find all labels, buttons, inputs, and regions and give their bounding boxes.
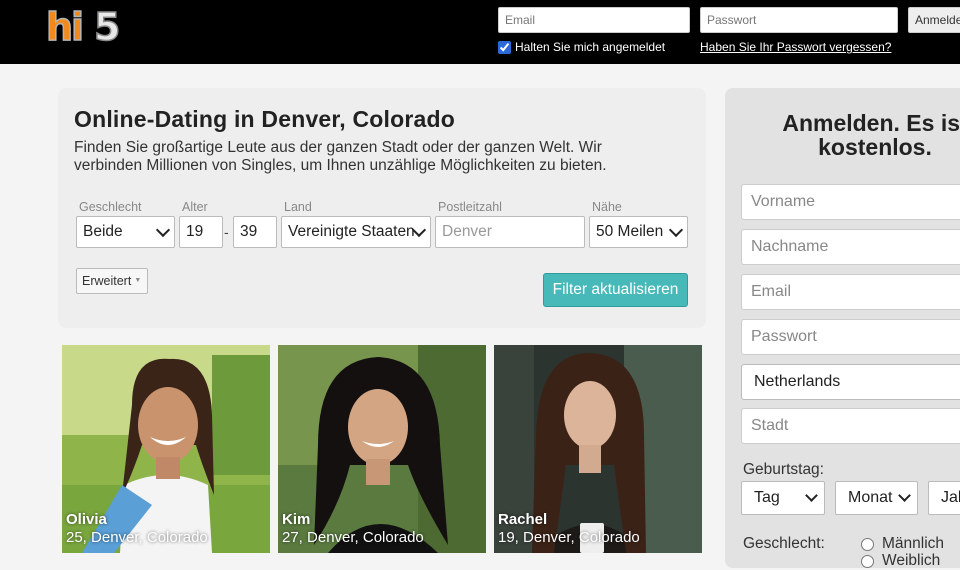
- profile-info: 25, Denver, Colorado: [66, 529, 208, 546]
- age-min-input[interactable]: 19: [179, 216, 223, 248]
- gender-female-label: Weiblich: [882, 552, 941, 569]
- signup-email-input[interactable]: Email: [741, 274, 960, 310]
- birth-day-select[interactable]: Tag: [741, 481, 825, 515]
- chevron-down-icon: [155, 222, 171, 238]
- birth-month-select[interactable]: Monat: [835, 481, 918, 515]
- distance-select[interactable]: 50 Meilen: [589, 216, 688, 248]
- birth-month-value: Monat: [848, 489, 893, 506]
- remember-me-checkbox[interactable]: [498, 40, 511, 54]
- gender-filter-label: Geschlecht: [79, 200, 142, 214]
- header-email-input[interactable]: [498, 7, 690, 33]
- top-bar: hi 5 Anmelden Halten Sie mich angemeldet…: [0, 0, 960, 64]
- country-filter-label: Land: [284, 200, 312, 214]
- profile-name: Olivia: [66, 511, 107, 528]
- age-filter-label: Alter: [182, 200, 208, 214]
- distance-select-value: 50 Meilen: [596, 223, 664, 240]
- radio-circle-icon: [861, 537, 874, 551]
- profile-card-rachel[interactable]: Rachel 19, Denver, Colorado: [494, 345, 702, 553]
- distance-filter-label: Nähe: [592, 200, 622, 214]
- signup-password-input[interactable]: Passwort: [741, 319, 960, 355]
- signup-gender-label: Geschlecht:: [743, 535, 825, 552]
- profile-info: 19, Denver, Colorado: [498, 529, 640, 546]
- gender-select[interactable]: Beide: [76, 216, 175, 248]
- birth-year-select[interactable]: Jahr: [928, 481, 960, 515]
- profile-info: 27, Denver, Colorado: [282, 529, 424, 546]
- chevron-down-icon: [805, 489, 818, 502]
- birth-day-value: Tag: [754, 489, 780, 506]
- country-select[interactable]: Vereinigte Staaten: [281, 216, 431, 248]
- age-max-input[interactable]: 39: [233, 216, 277, 248]
- chevron-down-icon: [898, 489, 911, 502]
- remember-me[interactable]: Halten Sie mich angemeldet: [498, 40, 665, 54]
- signup-title: Anmelden. Es ist kostenlos.: [782, 110, 960, 160]
- profile-name: Kim: [282, 511, 311, 528]
- city-input[interactable]: Stadt: [741, 408, 960, 444]
- country-select-value: Vereinigte Staaten: [288, 223, 415, 240]
- zip-input[interactable]: Denver: [435, 216, 585, 248]
- profile-card-olivia[interactable]: Olivia 25, Denver, Colorado: [62, 345, 270, 553]
- signup-panel: Anmelden. Es ist kostenlos. Vorname Nach…: [725, 88, 960, 570]
- advanced-button-label: Erweitert: [82, 274, 132, 288]
- profile-card-kim[interactable]: Kim 27, Denver, Colorado: [278, 345, 486, 553]
- forgot-password-link[interactable]: Haben Sie Ihr Passwort vergessen?: [700, 40, 891, 54]
- page-title: Online-Dating in Denver, Colorado: [74, 106, 456, 132]
- gender-male-radio[interactable]: Männlich: [861, 535, 944, 553]
- signup-country-select[interactable]: Netherlands: [741, 364, 960, 400]
- caret-down-icon: ▼: [134, 277, 142, 284]
- chevron-down-icon: [668, 222, 684, 238]
- remember-me-label: Halten Sie mich angemeldet: [515, 40, 666, 54]
- hi5-logo[interactable]: hi 5: [44, 6, 132, 46]
- zip-filter-label: Postleitzahl: [438, 200, 502, 214]
- update-filter-button[interactable]: Filter aktualisieren: [543, 273, 688, 307]
- advanced-filter-button[interactable]: Erweitert ▼: [76, 268, 148, 294]
- age-separator: -: [224, 224, 229, 240]
- radio-circle-icon: [861, 554, 874, 568]
- header-login-button[interactable]: Anmelden: [908, 7, 960, 33]
- gender-select-value: Beide: [83, 223, 123, 240]
- svg-text:hi: hi: [46, 6, 82, 46]
- birth-year-value: Jahr: [941, 489, 960, 506]
- gender-male-label: Männlich: [882, 535, 945, 552]
- svg-text:5: 5: [94, 6, 120, 46]
- profile-name: Rachel: [498, 511, 548, 528]
- search-panel: Online-Dating in Denver, Colorado Finden…: [58, 88, 706, 328]
- birthday-label: Geburtstag:: [743, 461, 824, 478]
- page-description: Finden Sie großartige Leute aus der ganz…: [74, 139, 607, 174]
- firstname-input[interactable]: Vorname: [741, 184, 960, 220]
- gender-female-radio[interactable]: Weiblich: [861, 552, 940, 570]
- header-password-input[interactable]: [700, 7, 898, 33]
- lastname-input[interactable]: Nachname: [741, 229, 960, 265]
